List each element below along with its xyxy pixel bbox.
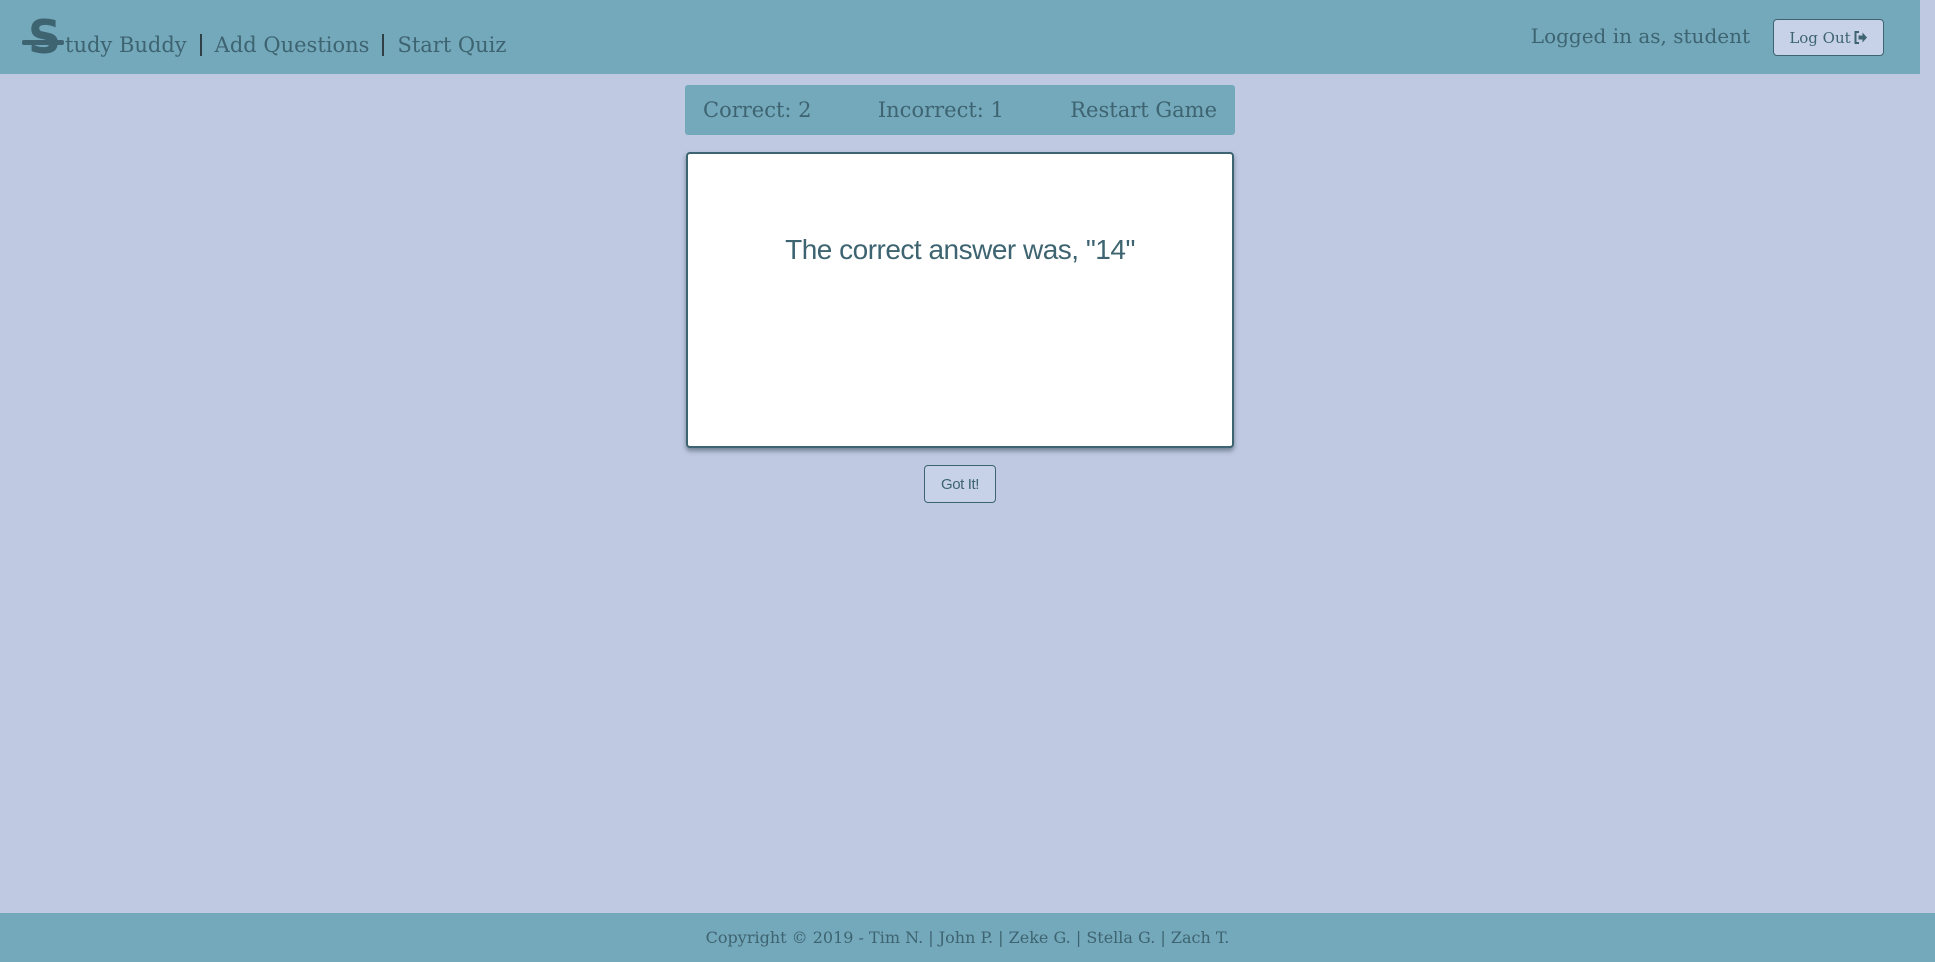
incorrect-count: Incorrect: 1	[877, 98, 1004, 122]
restart-game-link[interactable]: Restart Game	[1070, 98, 1217, 122]
nav-divider	[382, 34, 385, 56]
answer-card: The correct answer was, "14"	[686, 152, 1234, 448]
log-out-button[interactable]: Log Out	[1773, 19, 1884, 56]
logged-in-status: Logged in as, student	[1530, 24, 1750, 48]
copyright-text: Copyright © 2019 - Tim N. | John P. | Ze…	[705, 928, 1230, 947]
nav-divider	[199, 34, 202, 56]
correct-answer-text: The correct answer was, "14"	[785, 234, 1135, 265]
footer: Copyright © 2019 - Tim N. | John P. | Ze…	[0, 913, 1935, 962]
study-buddy-logo-icon: S	[22, 14, 64, 60]
nav-add-questions-link[interactable]: Add Questions	[215, 32, 370, 60]
nav-start-quiz-link[interactable]: Start Quiz	[397, 32, 506, 60]
brand-name[interactable]: tudy Buddy	[65, 32, 187, 60]
log-out-label: Log Out	[1789, 28, 1851, 47]
sign-out-icon	[1854, 31, 1867, 44]
top-navbar: S tudy Buddy Add Questions Start Quiz Lo…	[0, 0, 1920, 74]
got-it-button[interactable]: Got It!	[924, 465, 996, 503]
scoreboard: Correct: 2 Incorrect: 1 Restart Game	[685, 85, 1235, 135]
brand[interactable]: S tudy Buddy Add Questions Start Quiz	[22, 14, 506, 60]
correct-count: Correct: 2	[703, 98, 812, 122]
